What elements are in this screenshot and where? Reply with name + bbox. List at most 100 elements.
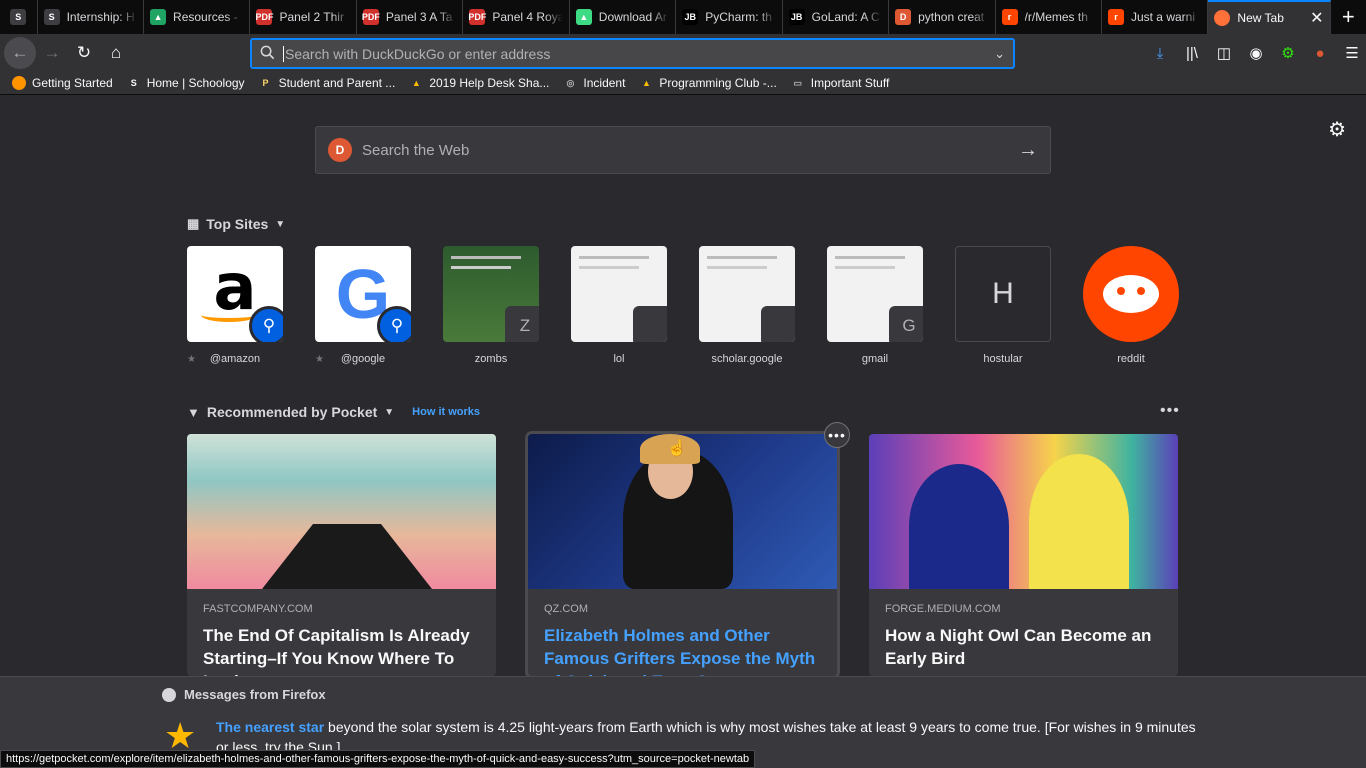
tab[interactable]: PDF Panel 3 A Ta (357, 0, 464, 34)
home-button[interactable]: ⌂ (100, 37, 132, 69)
address-placeholder: Search with DuckDuckGo or enter address (285, 45, 551, 62)
message-link[interactable]: The nearest star (216, 719, 324, 735)
duckduckgo-icon: D (328, 138, 352, 162)
tab[interactable]: PDF Panel 4 Roya (463, 0, 570, 34)
gear-icon[interactable]: ⚙ (1328, 117, 1346, 142)
tab[interactable]: S Internship: H (38, 0, 145, 34)
tab[interactable]: JB PyCharm: th (676, 0, 783, 34)
back-button[interactable]: ← (4, 37, 36, 69)
pocket-icon: ▼ (187, 404, 200, 420)
duckduckgo-extension-icon[interactable]: ● (1306, 37, 1334, 69)
mouse-cursor-icon: ☝ (667, 440, 687, 457)
tab-favicon-icon: ▲ (575, 9, 592, 25)
messages-title: Messages from Firefox (184, 687, 326, 702)
screenshot-line (707, 266, 767, 269)
top-site-hostular[interactable]: Hhostular (955, 246, 1051, 366)
tab-label: python creat (918, 10, 985, 24)
tab-label: Resources - (173, 10, 238, 24)
bookmark-item[interactable]: ◎ Incident (563, 76, 625, 90)
top-sites-header[interactable]: ▦ Top Sites ▼ (187, 216, 285, 232)
grid-icon: ▦ (187, 216, 200, 231)
top-sites-grid: a ⚲ ★ @amazon G ⚲ ★ @google Zzombs lol scholar.goo… (187, 246, 1179, 366)
search-web-placeholder: Search the Web (362, 141, 470, 159)
pocket-card[interactable]: QZ.COM Elizabeth Holmes and Other Famous… (528, 434, 837, 676)
tab[interactable]: ▲ Download Ar (570, 0, 677, 34)
pocket-card[interactable]: FORGE.MEDIUM.COM How a Night Owl Can Bec… (869, 434, 1178, 676)
smile-icon (201, 308, 257, 322)
site-tile: H (955, 246, 1051, 342)
address-bar[interactable]: Search with DuckDuckGo or enter address … (250, 38, 1015, 69)
tab-label: Just a warni (1130, 10, 1195, 24)
bookmark-item[interactable]: S Home | Schoology (127, 76, 245, 90)
site-favicon-icon: G (889, 306, 923, 342)
how-it-works-link[interactable]: How it works (412, 406, 480, 418)
tab[interactable]: S (0, 0, 38, 34)
tab-new-tab[interactable]: New Tab ✕ (1208, 0, 1331, 34)
search-the-web-box[interactable]: D Search the Web → (315, 126, 1051, 174)
bookmark-item[interactable]: ▲ 2019 Help Desk Sha... (409, 76, 550, 90)
card-context-menu-button[interactable]: ••• (824, 422, 850, 448)
folder-icon: ▭ (793, 77, 803, 88)
tab[interactable]: JB GoLand: A C (783, 0, 890, 34)
top-site-lol[interactable]: lol (571, 246, 667, 366)
bookmark-label: Important Stuff (810, 76, 890, 90)
tab[interactable]: ▲ Resources - (144, 0, 251, 34)
messages-header: Messages from Firefox (162, 687, 326, 702)
new-tab-button[interactable]: + (1331, 0, 1366, 34)
pocket-card[interactable]: FASTCOMPANY.COM The End Of Capitalism Is… (187, 434, 496, 676)
screenshot-line (835, 266, 895, 269)
tab-favicon-icon: JB (682, 9, 699, 25)
site-label: @amazon (209, 353, 261, 365)
top-site-zombs[interactable]: Zzombs (443, 246, 539, 366)
bookmark-item[interactable]: ▲ Programming Club -... (639, 76, 777, 90)
vpn-extension-icon[interactable]: ⚙ (1274, 37, 1302, 69)
card-image (187, 434, 496, 589)
site-favicon-icon (761, 306, 795, 342)
site-favicon-icon: Z (505, 306, 539, 342)
bookmark-item[interactable]: ▭ Important Stuff (791, 76, 890, 90)
reload-icon: ↻ (76, 43, 92, 62)
pocket-header[interactable]: ▼ Recommended by Pocket ▼ How it works (187, 404, 480, 420)
bookmark-item[interactable]: Getting Started (12, 76, 113, 90)
bookmark-item[interactable]: P Student and Parent ... (259, 76, 396, 90)
top-site-amazon[interactable]: a ⚲ ★ @amazon (187, 246, 283, 366)
site-label: @google (340, 353, 386, 365)
top-sites-title: Top Sites (206, 216, 269, 232)
site-label: zombs (474, 353, 508, 365)
tab-label: Panel 3 A Ta (385, 10, 453, 24)
chevron-down-icon: ▼ (384, 406, 395, 418)
library-icon[interactable]: ||\ (1178, 37, 1206, 69)
search-icon: ⚲ (377, 306, 411, 342)
screenshot-line (707, 256, 777, 259)
downloads-icon[interactable]: ⤓ (1146, 37, 1174, 69)
top-site-scholargoogle[interactable]: scholar.google (699, 246, 795, 366)
pocket-cards: FASTCOMPANY.COM The End Of Capitalism Is… (187, 434, 1178, 676)
firefox-icon (1214, 10, 1231, 26)
account-icon[interactable]: ◉ (1242, 37, 1270, 69)
forward-button[interactable]: → (36, 37, 68, 69)
top-site-gmail[interactable]: Ggmail (827, 246, 923, 366)
chevron-down-icon[interactable]: ⌄ (994, 46, 1005, 62)
top-site-google[interactable]: G ⚲ ★ @google (315, 246, 411, 366)
arrow-right-icon[interactable]: → (1018, 139, 1038, 162)
tab-label: Panel 4 Roya (492, 10, 563, 24)
schoology-icon: S (130, 78, 137, 88)
drive-icon: ▲ (411, 78, 421, 88)
top-site-reddit[interactable]: reddit (1083, 246, 1179, 366)
screenshot-line (451, 256, 521, 259)
firefox-icon (12, 76, 26, 90)
text-caret (283, 45, 284, 62)
tab[interactable]: Dpython creat (889, 0, 996, 34)
menu-icon[interactable]: ☰ (1338, 37, 1366, 69)
close-tab-icon[interactable]: ✕ (1310, 8, 1323, 28)
reload-button[interactable]: ↻ (68, 37, 100, 69)
sidebar-icon[interactable]: ◫ (1210, 37, 1238, 69)
tab-label: Panel 2 Thir (279, 10, 344, 24)
tab[interactable]: r/r/Memes th (996, 0, 1102, 34)
search-icon: ⚲ (249, 306, 283, 342)
tab[interactable]: PDF Panel 2 Thir (250, 0, 357, 34)
tab[interactable]: r Just a warni (1102, 0, 1209, 34)
tab-favicon-icon: JB (788, 9, 805, 25)
more-options-icon[interactable]: ••• (1160, 402, 1180, 420)
site-label: reddit (1117, 353, 1145, 365)
